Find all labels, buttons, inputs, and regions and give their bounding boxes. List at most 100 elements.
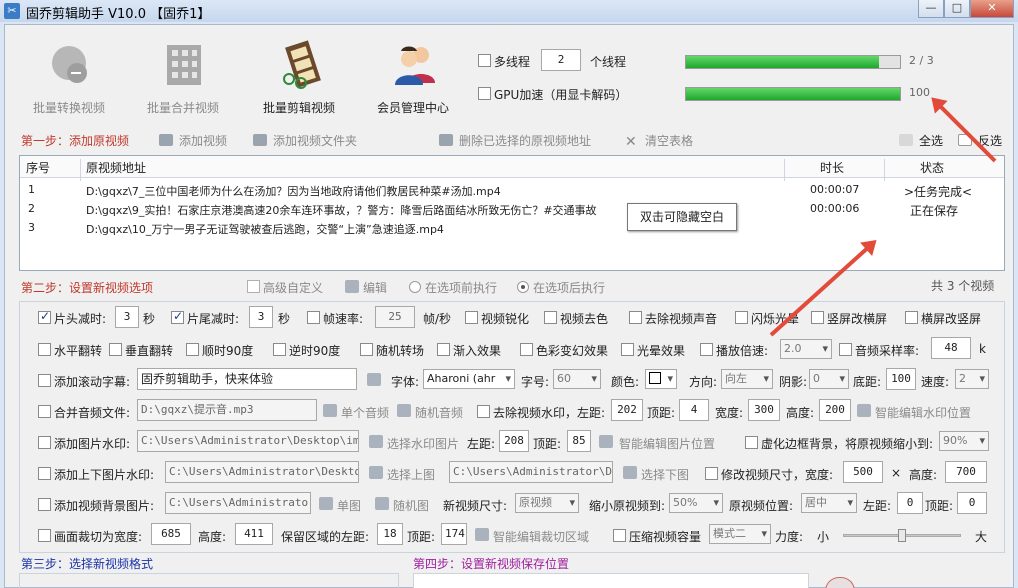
pos-left-input[interactable]: 0 xyxy=(897,492,923,514)
keep-left-input[interactable]: 18 xyxy=(377,523,403,545)
pos-top-input[interactable]: 0 xyxy=(957,492,987,514)
crop-checkbox[interactable] xyxy=(38,529,51,542)
pick-top-button[interactable]: 选择上图 xyxy=(387,466,435,483)
blur-scale-select[interactable]: 90% xyxy=(939,431,989,451)
gpu-accel-checkbox[interactable] xyxy=(478,87,491,100)
tail-cut-input[interactable]: 3 xyxy=(249,306,273,328)
thread-count-input[interactable]: 2 xyxy=(541,49,581,71)
scroll-text-input[interactable]: 固乔剪辑助手，快来体验 xyxy=(137,368,357,390)
direction-select[interactable]: 向左 xyxy=(721,369,773,389)
resize-checkbox[interactable] xyxy=(705,467,718,480)
fadein-checkbox[interactable] xyxy=(437,343,450,356)
head-cut-input[interactable]: 3 xyxy=(115,306,139,328)
top-bottom-image-checkbox[interactable] xyxy=(38,467,51,480)
table-row[interactable]: 3 D:\gqxz\10_万宁一男子无证驾驶被查后逃跑，交警“上演”急速追逐.m… xyxy=(20,219,1004,238)
image-watermark-checkbox[interactable] xyxy=(38,436,51,449)
halo-checkbox[interactable] xyxy=(621,343,634,356)
decolor-checkbox[interactable] xyxy=(544,311,557,324)
fps-checkbox[interactable] xyxy=(307,311,320,324)
speed-select[interactable]: 2.0 xyxy=(780,339,832,359)
speed-checkbox[interactable] xyxy=(700,343,713,356)
batch-edit-button[interactable]: 批量剪辑视频 xyxy=(253,31,345,117)
pick-bottom-button[interactable]: 选择下图 xyxy=(641,466,689,483)
crop-height-input[interactable]: 411 xyxy=(235,523,273,545)
add-video-button[interactable]: 添加视频 xyxy=(159,132,227,149)
select-all-button[interactable]: 全选 xyxy=(899,132,943,149)
remove-watermark-checkbox[interactable] xyxy=(477,405,490,418)
single-audio-button[interactable]: 单个音频 xyxy=(341,404,389,421)
shadow-select[interactable]: 0 xyxy=(809,369,849,389)
smart-crop-button[interactable]: 智能编辑裁切区域 xyxy=(493,528,589,545)
bg-image-path[interactable]: C:\Users\Administrator\D xyxy=(165,492,311,514)
shrink-select[interactable]: 50% xyxy=(669,493,723,513)
head-cut-checkbox[interactable] xyxy=(38,309,51,324)
sharpen-checkbox[interactable] xyxy=(465,311,478,324)
samplerate-checkbox[interactable] xyxy=(839,343,852,356)
single-image-button[interactable]: 单图 xyxy=(337,497,361,514)
start-button[interactable] xyxy=(825,577,855,588)
before-radio[interactable] xyxy=(409,281,421,293)
pick-watermark-button[interactable]: 选择水印图片 xyxy=(387,435,459,452)
multithread-checkbox[interactable] xyxy=(478,54,491,67)
compress-mode-select[interactable]: 模式二 xyxy=(709,524,771,544)
table-row[interactable]: 1 D:\gqxz\7_三位中国老师为什么在汤加？因为当地政府请他们教居民种菜#… xyxy=(20,181,1004,200)
after-radio[interactable] xyxy=(517,281,529,293)
slider-thumb[interactable] xyxy=(898,529,906,542)
scroll-speed-select[interactable]: 2 xyxy=(955,369,989,389)
bottom-input[interactable]: 100 xyxy=(886,368,916,390)
position-select[interactable]: 居中 xyxy=(801,493,857,513)
samplerate-input[interactable]: 48 xyxy=(931,337,971,359)
h2v-checkbox[interactable] xyxy=(905,311,918,324)
fps-input[interactable]: 25 xyxy=(375,306,415,328)
maximize-button[interactable]: □ xyxy=(944,0,970,18)
wm-top-input[interactable]: 4 xyxy=(679,399,709,421)
rot90ccw-checkbox[interactable] xyxy=(273,343,286,356)
close-button[interactable]: ✕ xyxy=(970,0,1014,18)
text-style-icon[interactable] xyxy=(367,373,381,386)
member-center-button[interactable]: 会员管理中心 xyxy=(367,31,459,117)
advanced-checkbox[interactable] xyxy=(247,280,260,293)
color-checkbox[interactable] xyxy=(520,343,533,356)
blur-bg-checkbox[interactable] xyxy=(745,436,758,449)
merge-audio-checkbox[interactable] xyxy=(38,405,51,418)
new-size-select[interactable]: 原视频 xyxy=(515,493,579,513)
vflip-checkbox[interactable] xyxy=(109,343,122,356)
resize-width-input[interactable]: 500 xyxy=(843,461,883,483)
wm-left-input[interactable]: 202 xyxy=(611,399,643,421)
batch-convert-button[interactable]: 批量转换视频 xyxy=(23,31,115,117)
top-image-path[interactable]: C:\Users\Administrator\Desktop\i xyxy=(165,461,359,483)
scroll-text-checkbox[interactable] xyxy=(38,374,51,387)
image-watermark-path[interactable]: C:\Users\Administrator\Desktop\img-q xyxy=(137,430,359,452)
wm-width-input[interactable]: 300 xyxy=(748,399,780,421)
strength-slider[interactable] xyxy=(843,529,961,542)
clear-table-button[interactable]: ✕ 清空表格 xyxy=(625,132,693,149)
edit-button[interactable]: 编辑 xyxy=(363,279,387,296)
iw-top-input[interactable]: 85 xyxy=(567,430,591,452)
smart-watermark-button[interactable]: 智能编辑水印位置 xyxy=(875,404,971,421)
wm-height-input[interactable]: 200 xyxy=(819,399,851,421)
bg-image-checkbox[interactable] xyxy=(38,498,51,511)
hflip-checkbox[interactable] xyxy=(38,343,51,356)
resize-height-input[interactable]: 700 xyxy=(945,461,987,483)
table-row[interactable]: 2 D:\gqxz\9_实拍！石家庄京港澳高速20余车连环事故，？警方：降雪后路… xyxy=(20,200,1004,219)
bottom-image-path[interactable]: C:\Users\Administrator\Desk xyxy=(449,461,613,483)
smart-image-button[interactable]: 智能编辑图片位置 xyxy=(619,435,715,452)
random-audio-button[interactable]: 随机音频 xyxy=(415,404,463,421)
rot90cw-checkbox[interactable] xyxy=(186,343,199,356)
compress-checkbox[interactable] xyxy=(613,529,626,542)
random-image-button[interactable]: 随机图 xyxy=(393,497,429,514)
font-select[interactable]: Aharoni (ahr xyxy=(423,369,515,389)
batch-merge-button[interactable]: 批量合并视频 xyxy=(137,31,229,117)
v2h-checkbox[interactable] xyxy=(811,311,824,324)
color-picker[interactable] xyxy=(645,369,677,389)
tail-cut-checkbox[interactable] xyxy=(171,309,184,324)
iw-left-input[interactable]: 208 xyxy=(499,430,529,452)
flash-checkbox[interactable] xyxy=(735,311,748,324)
fontsize-select[interactable]: 60 xyxy=(553,369,601,389)
minimize-button[interactable]: — xyxy=(918,0,944,18)
mute-checkbox[interactable] xyxy=(629,311,642,324)
audio-path-input[interactable]: D:\gqxz\提示音.mp3 xyxy=(137,399,317,421)
crop-width-input[interactable]: 685 xyxy=(151,523,191,545)
add-folder-button[interactable]: 添加视频文件夹 xyxy=(253,132,357,149)
delete-selected-button[interactable]: 删除已选择的原视频地址 xyxy=(439,132,591,149)
